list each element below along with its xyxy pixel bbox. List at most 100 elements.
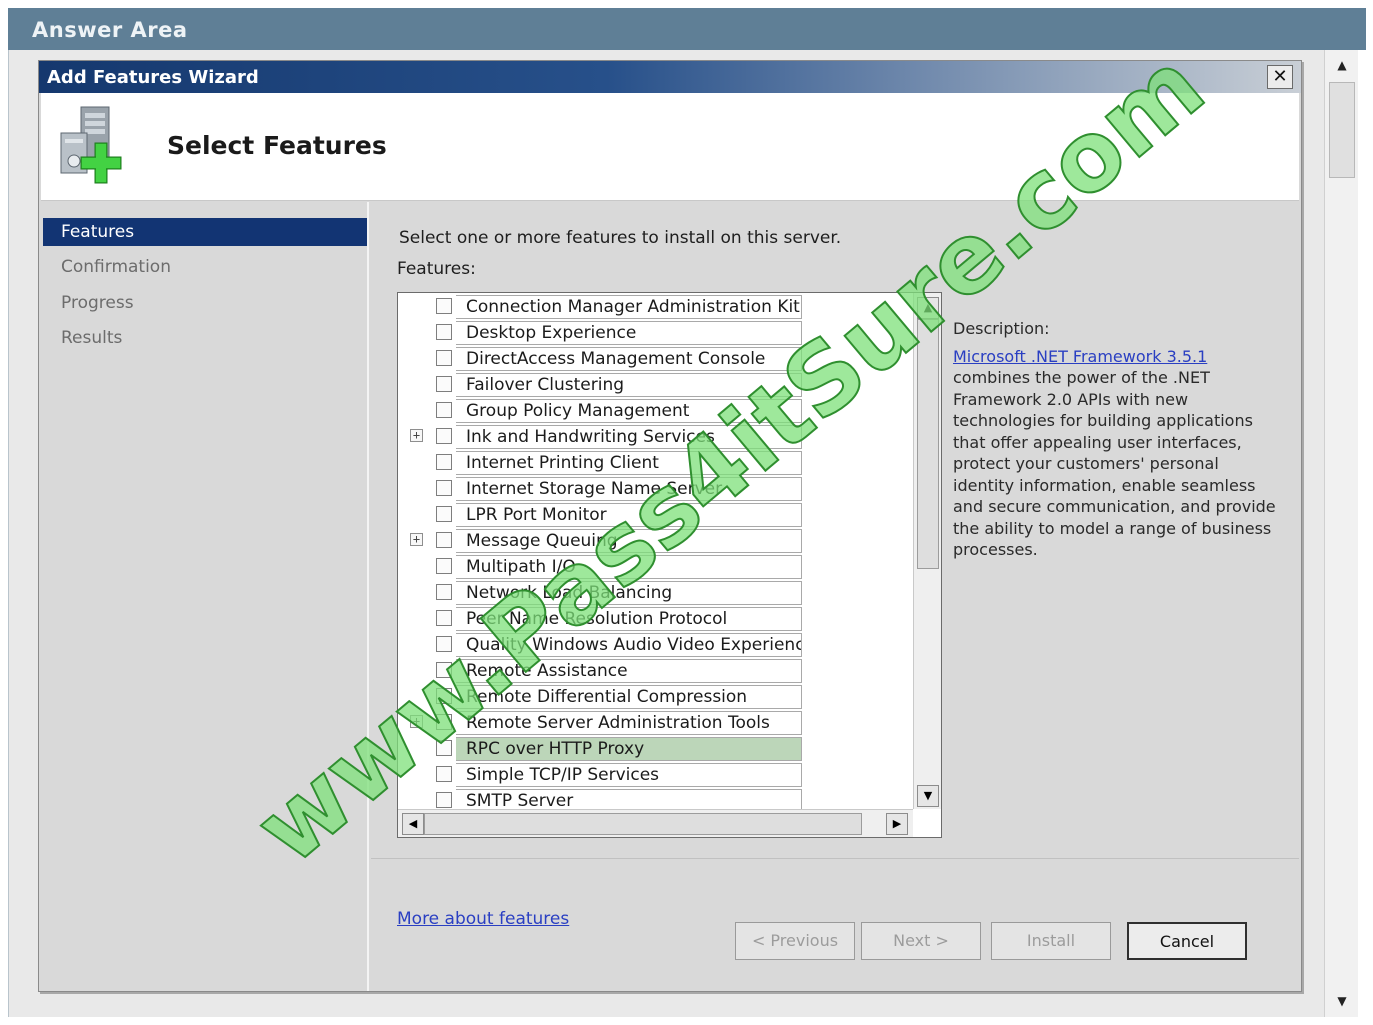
feature-checkbox[interactable] — [436, 636, 452, 652]
feature-label: Failover Clustering — [456, 373, 802, 397]
features-list-hscroll-thumb[interactable] — [424, 813, 862, 835]
feature-checkbox[interactable] — [436, 480, 452, 496]
list-item[interactable]: Multipath I/O — [398, 553, 914, 579]
answer-area-header: Answer Area — [8, 8, 1366, 50]
feature-label: RPC over HTTP Proxy — [456, 737, 802, 761]
page-title: Select Features — [167, 131, 387, 160]
feature-label: Multipath I/O — [456, 555, 802, 579]
list-item[interactable]: Network Load Balancing — [398, 579, 914, 605]
features-list-hscroll[interactable]: ◀ ▶ — [398, 809, 913, 837]
wizard-title: Add Features Wizard — [47, 67, 259, 88]
description-feature-link[interactable]: Microsoft .NET Framework 3.5.1 — [953, 347, 1207, 366]
list-item[interactable]: Quality Windows Audio Video Experience — [398, 631, 914, 657]
list-item[interactable]: Peer Name Resolution Protocol — [398, 605, 914, 631]
description-panel: Description: Microsoft .NET Framework 3.… — [953, 318, 1283, 561]
feature-checkbox[interactable] — [436, 714, 452, 730]
feature-checkbox[interactable] — [436, 558, 452, 574]
nav-step-features[interactable]: Features — [43, 218, 367, 246]
feature-checkbox[interactable] — [436, 584, 452, 600]
description-text: combines the power of the .NET Framework… — [953, 368, 1276, 559]
feature-label: Desktop Experience — [456, 321, 802, 345]
list-item[interactable]: Remote Differential Compression — [398, 683, 914, 709]
list-item[interactable]: Connection Manager Administration Kit — [398, 293, 914, 319]
feature-checkbox[interactable] — [436, 766, 452, 782]
list-item[interactable]: DirectAccess Management Console — [398, 345, 914, 371]
nav-step-results: Results — [61, 328, 123, 348]
feature-label: Message Queuing — [456, 529, 802, 553]
feature-label: Connection Manager Administration Kit — [456, 295, 802, 319]
wizard-titlebar: Add Features Wizard ✕ — [39, 61, 1301, 93]
feature-label: Internet Storage Name Server — [456, 477, 802, 501]
feature-checkbox[interactable] — [436, 350, 452, 366]
expand-icon[interactable]: + — [410, 429, 423, 442]
close-button[interactable]: ✕ — [1267, 65, 1293, 89]
feature-checkbox[interactable] — [436, 740, 452, 756]
install-button[interactable]: Install — [991, 922, 1111, 960]
feature-label: Remote Assistance — [456, 659, 802, 683]
list-item[interactable]: Internet Storage Name Server — [398, 475, 914, 501]
list-item[interactable]: + Remote Server Administration Tools — [398, 709, 914, 735]
list-item[interactable]: Desktop Experience — [398, 319, 914, 345]
description-title: Description: — [953, 319, 1050, 338]
list-item[interactable]: Group Policy Management — [398, 397, 914, 423]
nav-step-confirmation: Confirmation — [61, 257, 171, 277]
list-item[interactable]: LPR Port Monitor — [398, 501, 914, 527]
list-item[interactable]: RPC over HTTP Proxy — [398, 735, 914, 761]
next-button[interactable]: Next > — [861, 922, 981, 960]
cancel-button[interactable]: Cancel — [1127, 922, 1247, 960]
feature-label: Internet Printing Client — [456, 451, 802, 475]
page-scrollbar[interactable]: ▲ ▼ — [1324, 50, 1358, 1017]
list-item[interactable]: Internet Printing Client — [398, 449, 914, 475]
scroll-down-icon[interactable]: ▼ — [1329, 988, 1355, 1014]
features-list[interactable]: Connection Manager Administration Kit Des… — [397, 292, 942, 838]
nav-step-progress: Progress — [61, 293, 134, 313]
feature-label: Remote Server Administration Tools — [456, 711, 802, 735]
feature-checkbox[interactable] — [436, 376, 452, 392]
feature-checkbox[interactable] — [436, 324, 452, 340]
list-item[interactable]: Failover Clustering — [398, 371, 914, 397]
add-features-wizard-window: Add Features Wizard ✕ Select Features Fe… — [38, 60, 1302, 992]
list-item[interactable]: Simple TCP/IP Services — [398, 761, 914, 787]
page-scroll-thumb[interactable] — [1329, 82, 1355, 178]
list-item[interactable]: Remote Assistance — [398, 657, 914, 683]
feature-label: Quality Windows Audio Video Experience — [456, 633, 802, 657]
expand-icon[interactable]: + — [410, 533, 423, 546]
feature-label: Network Load Balancing — [456, 581, 802, 605]
feature-checkbox[interactable] — [436, 454, 452, 470]
feature-label: Ink and Handwriting Services — [456, 425, 802, 449]
feature-checkbox[interactable] — [436, 662, 452, 678]
feature-checkbox[interactable] — [436, 506, 452, 522]
wizard-header: Select Features — [41, 93, 1299, 201]
feature-checkbox[interactable] — [436, 792, 452, 808]
list-item[interactable]: + Message Queuing — [398, 527, 914, 553]
feature-label: Simple TCP/IP Services — [456, 763, 802, 787]
feature-checkbox[interactable] — [436, 298, 452, 314]
previous-button[interactable]: < Previous — [735, 922, 855, 960]
scroll-right-icon[interactable]: ▶ — [886, 813, 908, 835]
close-icon: ✕ — [1272, 66, 1288, 87]
feature-label: Peer Name Resolution Protocol — [456, 607, 802, 631]
features-label: Features: — [397, 259, 476, 279]
feature-checkbox[interactable] — [436, 688, 452, 704]
feature-checkbox[interactable] — [436, 428, 452, 444]
answer-area-title: Answer Area — [32, 18, 188, 42]
instruction-text: Select one or more features to install o… — [399, 228, 842, 248]
wizard-steps-nav: Features Confirmation Progress Results — [41, 202, 369, 991]
feature-label: Remote Differential Compression — [456, 685, 802, 709]
feature-checkbox[interactable] — [436, 610, 452, 626]
list-item[interactable]: + Ink and Handwriting Services — [398, 423, 914, 449]
scroll-up-icon[interactable]: ▲ — [1329, 52, 1355, 78]
feature-checkbox[interactable] — [436, 532, 452, 548]
scroll-left-icon[interactable]: ◀ — [402, 813, 424, 835]
feature-label: Group Policy Management — [456, 399, 802, 423]
scroll-up-icon[interactable]: ▲ — [917, 297, 939, 319]
feature-checkbox[interactable] — [436, 402, 452, 418]
wizard-button-bar: < Previous Next > Install Cancel — [371, 858, 1299, 991]
server-add-icon — [60, 106, 122, 184]
feature-label: DirectAccess Management Console — [456, 347, 802, 371]
features-list-scroll-thumb[interactable] — [917, 319, 939, 569]
scroll-down-icon[interactable]: ▼ — [917, 785, 939, 807]
expand-icon[interactable]: + — [410, 715, 423, 728]
features-list-vscroll[interactable]: ▲ ▼ — [913, 293, 941, 809]
feature-label: LPR Port Monitor — [456, 503, 802, 527]
